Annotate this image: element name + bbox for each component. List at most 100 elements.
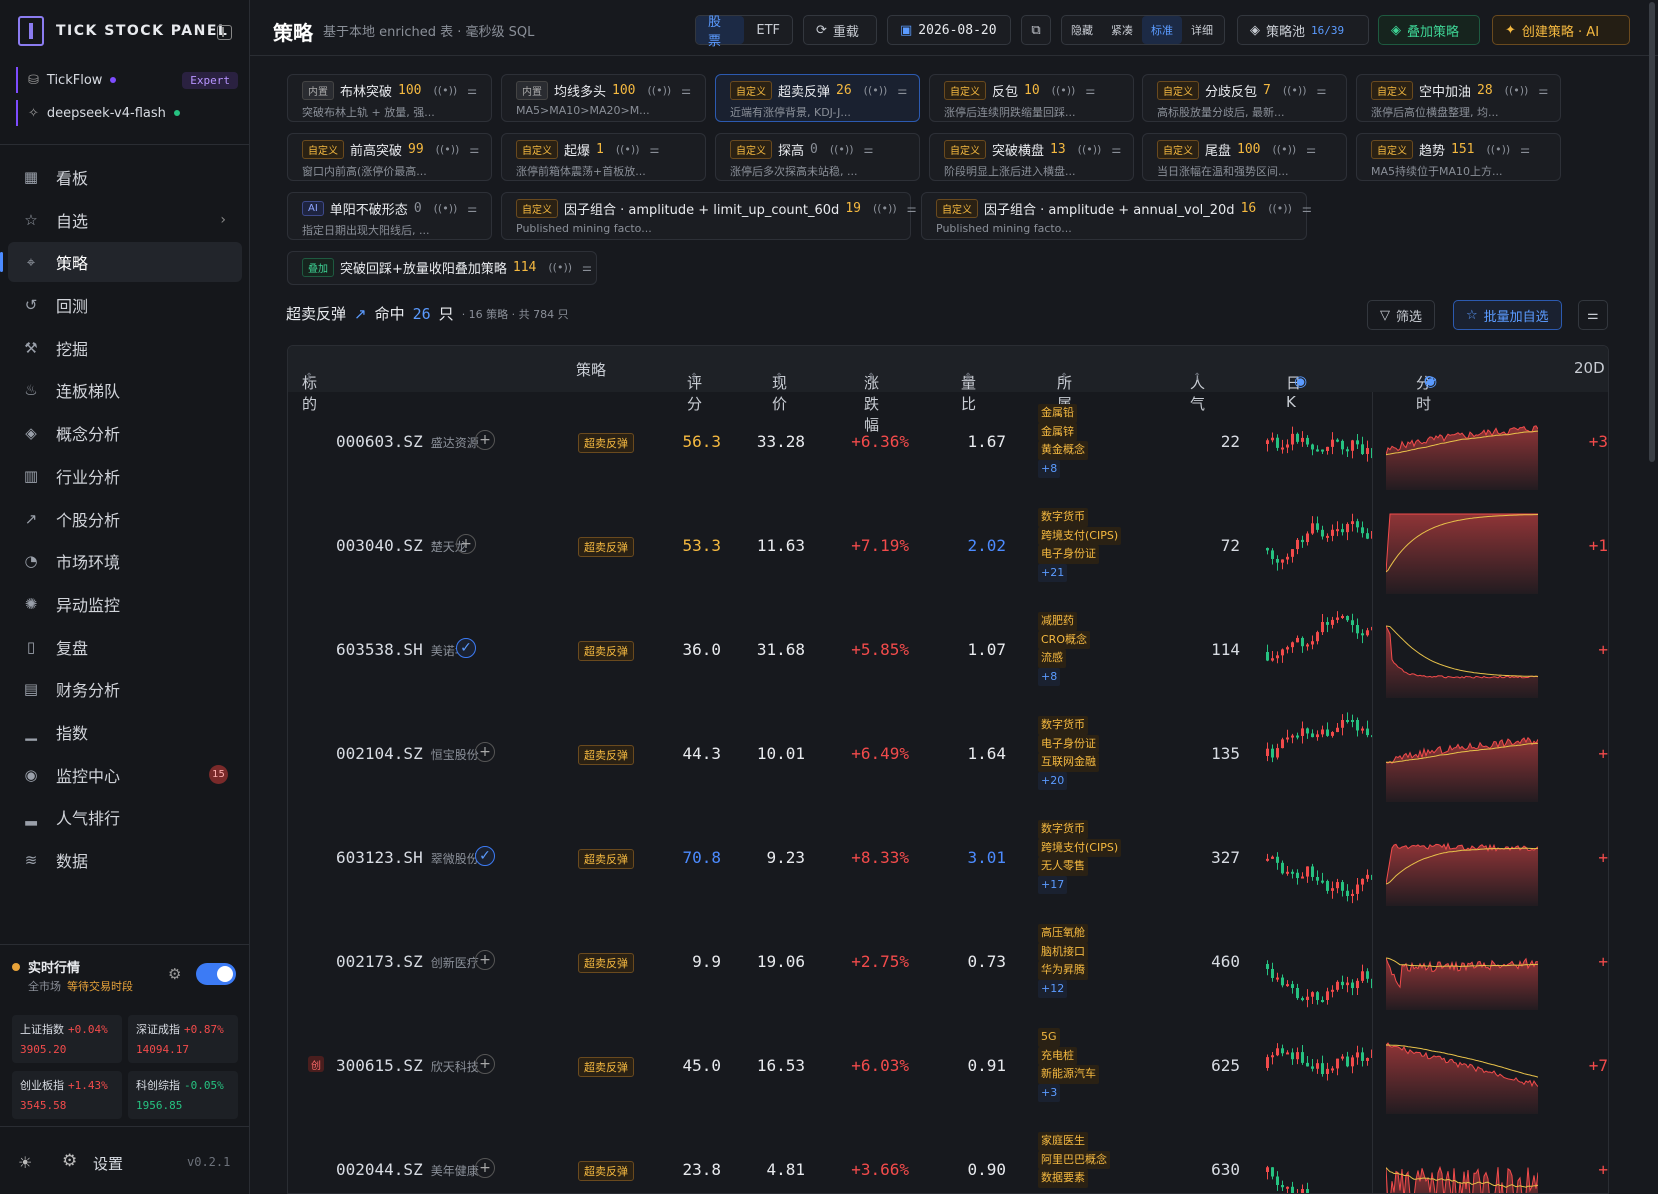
signal-icon[interactable]: ((•)) [434, 202, 458, 215]
tree-view-button[interactable]: ⧉ [1021, 15, 1051, 45]
strategy-card[interactable]: 自定义 突破横盘 13 ((•)) ⚌ 阶段明显上涨后进入横盘... [929, 133, 1134, 181]
add-watchlist-icon[interactable]: + [475, 742, 495, 762]
sliders-icon[interactable]: ⚌ [582, 261, 592, 274]
sliders-icon[interactable]: ⚌ [469, 143, 479, 156]
intraday-cell[interactable] [1385, 710, 1539, 802]
refresh-icon[interactable]: ⟳ [1424, 372, 1437, 390]
sliders-icon[interactable]: ⚌ [467, 84, 477, 97]
concept-more[interactable]: +12 [1038, 979, 1068, 998]
strategy-card[interactable]: 自定义 超卖反弹 26 ((•)) ⚌ 近端有涨停背景, KDJ-J... [715, 74, 920, 122]
add-watchlist-icon[interactable]: + [456, 534, 476, 554]
sliders-icon[interactable]: ⚌ [1317, 84, 1327, 97]
daily-k-cell[interactable] [1263, 814, 1374, 906]
watchlist-added-icon[interactable]: ✓ [456, 638, 476, 658]
strategy-card[interactable]: 自定义 前高突破 99 ((•)) ⚌ 窗口内前高(涨停价最高... [287, 133, 492, 181]
concept-tag[interactable]: 数字货币 [1038, 820, 1088, 839]
add-watchlist-icon[interactable]: + [475, 950, 495, 970]
sliders-icon[interactable]: ⚌ [864, 143, 874, 156]
intraday-cell[interactable] [1385, 502, 1539, 594]
concept-tag[interactable]: 华为昇腾 [1038, 961, 1088, 980]
add-watchlist-icon[interactable]: + [475, 430, 495, 450]
sliders-icon[interactable]: ⚌ [1538, 84, 1548, 97]
strategy-card[interactable]: 自定义 趋势 151 ((•)) ⚌ MA5持续位于MA10上方... [1356, 133, 1561, 181]
concept-tag[interactable]: 金属铅 [1038, 404, 1077, 423]
concept-tag[interactable]: 跨境支付(CIPS) [1038, 526, 1122, 545]
strategy-card[interactable]: 自定义 探高 0 ((•)) ⚌ 涨停后多次探高未站稳, ... [715, 133, 920, 181]
strategy-pool-button[interactable]: ◈ 策略池 16/39 [1237, 15, 1369, 45]
strategy-card[interactable]: 自定义 反包 10 ((•)) ⚌ 涨停后连续阴跌缩量回踩... [929, 74, 1134, 122]
live-toggle[interactable] [196, 963, 236, 985]
strategy-card[interactable]: 自定义 因子组合 · amplitude + annual_vol_20d 16 ((… [921, 192, 1312, 240]
sliders-icon[interactable]: ⚌ [1302, 202, 1312, 215]
signal-icon[interactable]: ((•)) [864, 84, 888, 97]
strategy-card[interactable]: 内置 均线多头 100 ((•)) ⚌ MA5>MA10>MA20>M... [501, 74, 706, 122]
sidebar-item-13[interactable]: ▁ 指数 [8, 712, 242, 752]
intraday-cell[interactable] [1385, 1022, 1539, 1114]
overlay-strategy-button[interactable]: ◈ 叠加策略 [1378, 15, 1480, 45]
daily-k-cell[interactable] [1263, 606, 1374, 698]
theme-toggle-icon[interactable]: ☀ [18, 1153, 32, 1172]
density-detail[interactable]: 详细 [1182, 16, 1222, 44]
signal-icon[interactable]: ((•)) [434, 84, 458, 97]
concept-more[interactable]: +3 [1038, 1083, 1061, 1102]
signal-icon[interactable]: ((•)) [1505, 84, 1529, 97]
concept-tag[interactable]: 脑机接口 [1038, 942, 1088, 961]
concept-tag[interactable]: 数据要素 [1038, 1169, 1088, 1188]
signal-icon[interactable]: ((•)) [616, 143, 640, 156]
signal-icon[interactable]: ((•)) [548, 261, 572, 274]
sliders-icon[interactable]: ⚌ [1306, 143, 1316, 156]
daily-k-cell[interactable] [1263, 502, 1374, 594]
concept-more[interactable]: +21 [1038, 563, 1068, 582]
account-tickflow[interactable]: ⛁ TickFlow Expert [16, 67, 238, 93]
index-card[interactable]: 上证指数 +0.04% 3905.20 [12, 1015, 122, 1063]
signal-icon[interactable]: ((•)) [1078, 143, 1102, 156]
signal-icon[interactable]: ((•)) [1052, 84, 1076, 97]
seg-stock[interactable]: 股票 [696, 15, 745, 49]
signal-icon[interactable]: ((•)) [873, 202, 897, 215]
sidebar-item-3[interactable]: ↺ 回测 [8, 285, 242, 325]
table-row[interactable]: 创 300615.SZ 欣天科技 + 超卖反弹 45.0 16.53 +6.03% 0.91 5G… [288, 1016, 1608, 1120]
add-watchlist-icon[interactable]: + [475, 1158, 495, 1178]
signal-icon[interactable]: ((•)) [1487, 143, 1511, 156]
strategy-card[interactable]: 内置 布林突破 100 ((•)) ⚌ 突破布林上轨 + 放量, 强... [287, 74, 492, 122]
signal-icon[interactable]: ((•)) [830, 143, 854, 156]
daily-k-cell[interactable] [1263, 398, 1374, 490]
date-picker[interactable]: ▣ 2026-08-20 [887, 15, 1011, 45]
sidebar-collapse-icon[interactable] [217, 25, 232, 40]
sidebar-item-8[interactable]: ↗ 个股分析 [8, 499, 242, 539]
concept-tag[interactable]: 电子身份证 [1038, 545, 1099, 564]
sliders-icon[interactable]: ⚌ [897, 84, 907, 97]
concept-tag[interactable]: 电子身份证 [1038, 734, 1099, 753]
sidebar-item-5[interactable]: ♨ 连板梯队 [8, 370, 242, 410]
table-row[interactable]: 003040.SZ 楚天龙 + 超卖反弹 53.3 11.63 +7.19% 2.02 数字货币… [288, 496, 1608, 600]
table-row[interactable]: 002044.SZ 美年健康 + 超卖反弹 23.8 4.81 +3.66% 0.90 家庭医生… [288, 1120, 1608, 1193]
index-card[interactable]: 科创综指 -0.05% 1956.85 [128, 1071, 238, 1119]
sidebar-item-4[interactable]: ⚒ 挖掘 [8, 328, 242, 368]
concept-tag[interactable]: 家庭医生 [1038, 1132, 1088, 1151]
concept-tag[interactable]: 减肥药 [1038, 612, 1077, 631]
daily-k-cell[interactable] [1263, 1022, 1374, 1114]
sliders-icon[interactable]: ⚌ [1520, 143, 1530, 156]
sliders-icon[interactable]: ⚌ [1111, 143, 1121, 156]
watchlist-added-icon[interactable]: ✓ [475, 846, 495, 866]
sidebar-item-15[interactable]: ▂ 人气排行 [8, 797, 242, 837]
scrollbar[interactable] [1649, 2, 1655, 462]
strategy-card[interactable]: 自定义 因子组合 · amplitude + limit_up_count_60d… [501, 192, 917, 240]
density-hide[interactable]: 隐藏 [1062, 16, 1102, 44]
sidebar-item-14[interactable]: ◉ 监控中心 15 [8, 755, 242, 795]
concept-tag[interactable]: 新能源汽车 [1038, 1065, 1099, 1084]
table-row[interactable]: 002104.SZ 恒宝股份 + 超卖反弹 44.3 10.01 +6.49% 1.64 数字货… [288, 704, 1608, 808]
index-card[interactable]: 创业板指 +1.43% 3545.58 [12, 1071, 122, 1119]
sidebar-item-2[interactable]: ⌖ 策略 [0, 242, 242, 283]
eye-icon[interactable]: ◉ [1294, 372, 1307, 390]
concept-tag[interactable]: 数字货币 [1038, 716, 1088, 735]
signal-icon[interactable]: ((•)) [436, 143, 460, 156]
seg-etf[interactable]: ETF [744, 16, 792, 44]
intraday-cell[interactable] [1385, 398, 1539, 490]
concept-more[interactable]: +17 [1038, 875, 1068, 894]
sidebar-item-6[interactable]: ◈ 概念分析 [8, 413, 242, 453]
strategy-card[interactable]: 自定义 起爆 1 ((•)) ⚌ 涨停前箱体震荡+首板放... [501, 133, 706, 181]
daily-k-cell[interactable] [1263, 710, 1374, 802]
intraday-cell[interactable] [1385, 918, 1539, 1010]
daily-k-cell[interactable] [1263, 918, 1374, 1010]
